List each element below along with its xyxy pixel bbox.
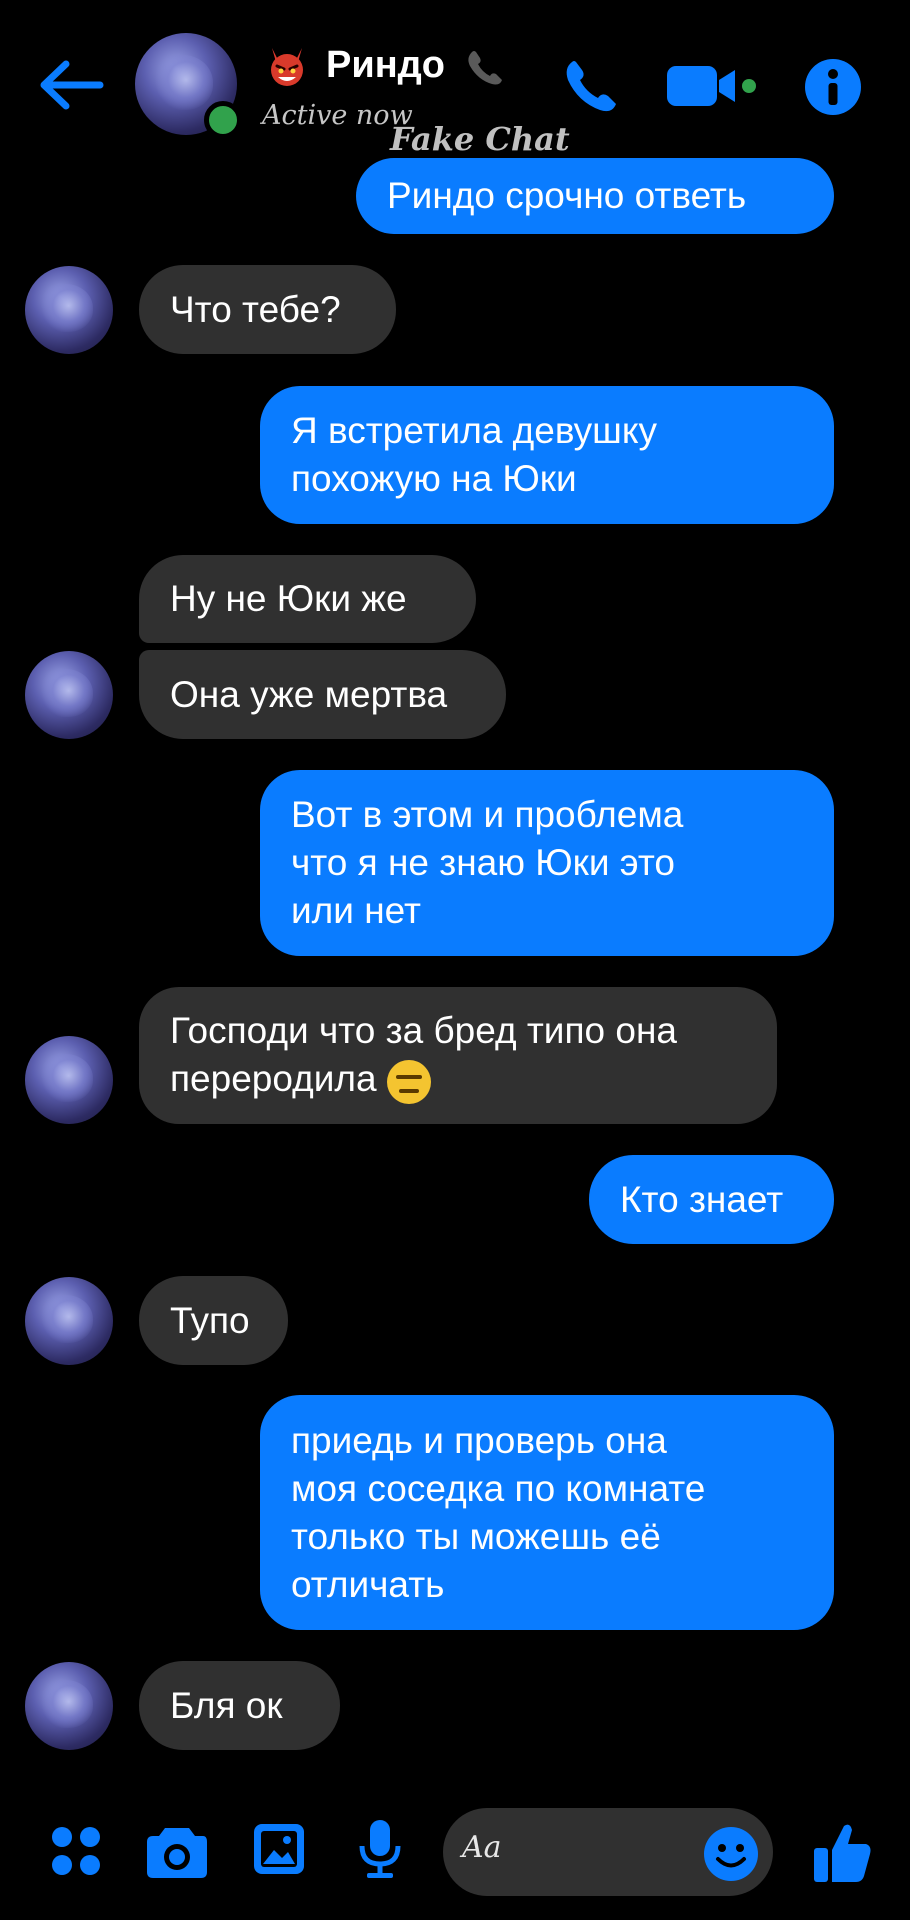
apps-grid-icon[interactable] bbox=[50, 1825, 102, 1877]
message-bubble-incoming[interactable]: Тупо bbox=[139, 1276, 288, 1365]
sender-avatar[interactable] bbox=[25, 1036, 113, 1124]
back-arrow-icon[interactable] bbox=[40, 60, 104, 110]
sender-avatar[interactable] bbox=[25, 266, 113, 354]
message-bubble-outgoing[interactable]: Кто знает bbox=[589, 1155, 834, 1244]
contact-name[interactable]: Риндо bbox=[326, 44, 445, 87]
camera-icon[interactable] bbox=[145, 1822, 209, 1880]
sender-avatar[interactable] bbox=[25, 1277, 113, 1365]
message-bubble-outgoing[interactable]: Вот в этом и проблема что я не знаю Юки … bbox=[260, 770, 834, 956]
image-icon[interactable] bbox=[252, 1822, 306, 1876]
message-bubble-incoming[interactable]: Что тебе? bbox=[139, 265, 396, 354]
expressionless-face-icon bbox=[386, 1059, 431, 1104]
video-camera-icon[interactable] bbox=[665, 62, 757, 110]
online-indicator bbox=[204, 101, 242, 139]
microphone-icon[interactable] bbox=[358, 1818, 402, 1882]
message-bubble-incoming[interactable]: Ну не Юки же bbox=[139, 555, 476, 643]
info-icon[interactable] bbox=[804, 58, 862, 116]
devil-icon bbox=[271, 48, 303, 86]
watermark: Fake Chat bbox=[390, 120, 570, 158]
smiley-icon[interactable] bbox=[703, 1826, 759, 1882]
message-input-placeholder: Aa bbox=[462, 1830, 502, 1865]
sender-avatar[interactable] bbox=[25, 651, 113, 739]
phone-call-icon[interactable] bbox=[560, 56, 620, 116]
message-bubble-outgoing[interactable]: Я встретила девушку похожую на Юки bbox=[260, 386, 834, 524]
sender-avatar[interactable] bbox=[25, 1662, 113, 1750]
telephone-icon bbox=[468, 51, 502, 85]
message-bubble-outgoing[interactable]: Риндо срочно ответь bbox=[356, 158, 834, 234]
message-bubble-incoming[interactable]: Она уже мертва bbox=[139, 650, 506, 739]
message-bubble-incoming[interactable]: Господи что за бред типо она перeродила bbox=[139, 987, 777, 1124]
message-bubble-outgoing[interactable]: приедь и проверь она моя соседка по комн… bbox=[260, 1395, 834, 1630]
chat-header: Риндо Active now Fake Chat bbox=[0, 0, 910, 170]
message-bubble-incoming[interactable]: Бля ок bbox=[139, 1661, 340, 1750]
thumbs-up-icon[interactable] bbox=[812, 1820, 872, 1884]
message-text: Господи что за бред типо она перeродила bbox=[170, 1007, 677, 1104]
